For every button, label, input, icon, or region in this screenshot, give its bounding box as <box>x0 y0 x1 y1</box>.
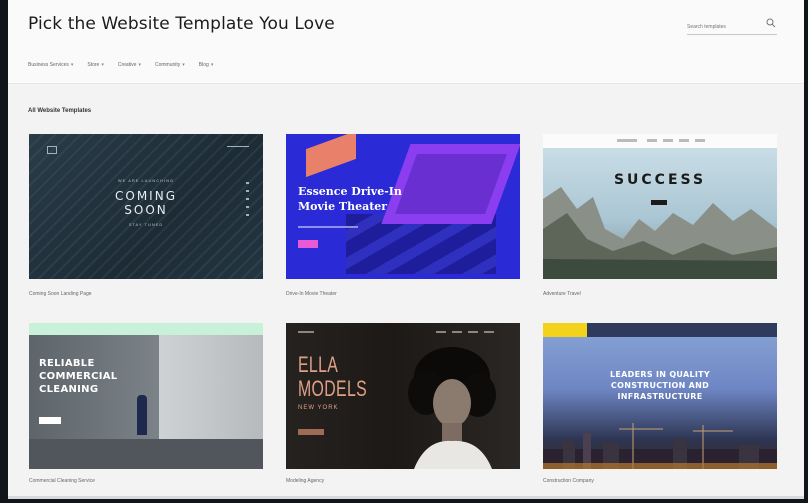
chevron-down-icon: ▾ <box>101 62 104 68</box>
headline-line: SOON <box>124 203 168 217</box>
thumbnail-headline: ELLA MODELS <box>298 353 367 401</box>
chevron-down-icon: ▾ <box>138 62 141 68</box>
template-caption[interactable]: Construction Company <box>543 478 777 484</box>
filter-label: Community <box>154 62 181 68</box>
thumbnail-button <box>298 429 324 435</box>
filter-label: Blog <box>198 62 209 68</box>
template-card[interactable]: LEADERS IN QUALITY CONSTRUCTION AND INFR… <box>543 323 777 484</box>
menu-icon <box>227 146 249 149</box>
accent-graphic <box>306 134 356 178</box>
headline-line: INFRASTRUCTURE <box>617 392 703 401</box>
chevron-down-icon: ▾ <box>210 62 214 68</box>
template-caption[interactable]: Adventure Travel <box>543 291 777 297</box>
template-card[interactable]: Essence Drive-In Movie Theater Drive-In … <box>286 134 520 297</box>
person-figure <box>137 395 147 435</box>
template-thumbnail[interactable]: WE ARE LAUNCHING COMING SOON STAY TUNED <box>29 134 263 279</box>
thumbnail-navbar <box>543 134 777 148</box>
thumbnail-headline: SUCCESS <box>613 172 707 188</box>
headline-line: ELLA <box>298 352 339 377</box>
logo-icon <box>47 146 57 154</box>
thumbnail-navbar <box>29 323 263 335</box>
headline-line: RELIABLE <box>39 358 95 369</box>
filter-business-services[interactable]: Business Services ▾ <box>28 62 73 68</box>
template-thumbnail[interactable]: ELLA MODELS NEW YORK <box>286 323 520 469</box>
headline-line: Essence Drive-In <box>298 185 402 198</box>
filter-community[interactable]: Community ▾ <box>155 62 185 68</box>
filter-label: Store <box>87 62 100 68</box>
headline-line: CLEANING <box>39 384 99 395</box>
filter-creative[interactable]: Creative ▾ <box>118 62 141 68</box>
search-icon[interactable] <box>765 17 777 29</box>
scroll-edge <box>8 496 804 499</box>
chevron-down-icon: ▾ <box>70 62 74 68</box>
headline-line: LEADERS IN QUALITY <box>610 370 710 379</box>
logo-icon <box>543 323 587 337</box>
thumbnail-pretitle: WE ARE LAUNCHING <box>117 178 175 183</box>
chevron-down-icon: ▾ <box>182 62 185 68</box>
headline-line: CONSTRUCTION AND <box>610 381 710 390</box>
template-thumbnail[interactable]: RELIABLE COMMERCIAL CLEANING <box>29 323 263 469</box>
page-header: Pick the Website Template You Love Busin… <box>8 0 804 84</box>
template-card[interactable]: SUCCESS Adventure Travel <box>543 134 777 297</box>
category-filters: Business Services ▾ Store ▾ Creative ▾ C… <box>28 62 213 68</box>
search-box[interactable] <box>687 15 777 36</box>
template-card[interactable]: ELLA MODELS NEW YORK Modeling Agency <box>286 323 520 484</box>
city-skyline-graphic <box>543 423 777 469</box>
section-title: All Website Templates <box>28 108 92 114</box>
thumbnail-button <box>298 240 318 248</box>
thumbnail-button <box>39 417 61 424</box>
thumbnail-subtitle: STAY TUNED <box>128 222 164 227</box>
template-caption[interactable]: Modeling Agency <box>286 478 520 484</box>
template-caption[interactable]: Commercial Cleaning Service <box>29 478 263 484</box>
model-portrait <box>408 347 496 469</box>
thumbnail-headline: RELIABLE COMMERCIAL CLEANING <box>39 357 117 396</box>
background-floor <box>29 439 263 469</box>
headline-line: MODELS <box>298 376 368 401</box>
template-thumbnail[interactable]: SUCCESS <box>543 134 777 279</box>
body-text-placeholder <box>298 226 358 228</box>
template-thumbnail[interactable]: Essence Drive-In Movie Theater <box>286 134 520 279</box>
page-title: Pick the Website Template You Love <box>28 14 335 34</box>
search-input[interactable] <box>687 18 761 36</box>
filter-label: Creative <box>117 62 137 68</box>
thumbnail-button <box>651 200 667 205</box>
thumbnail-headline: LEADERS IN QUALITY CONSTRUCTION AND INFR… <box>543 369 777 402</box>
template-gallery-page: Pick the Website Template You Love Busin… <box>8 0 804 498</box>
template-caption[interactable]: Drive-In Movie Theater <box>286 291 520 297</box>
headline-line: Movie Theater <box>298 200 388 213</box>
filter-store[interactable]: Store ▾ <box>87 62 103 68</box>
headline-line: COMING <box>115 189 177 203</box>
template-caption[interactable]: Coming Soon Landing Page <box>29 291 263 297</box>
template-thumbnail[interactable]: LEADERS IN QUALITY CONSTRUCTION AND INFR… <box>543 323 777 469</box>
thumbnail-subtitle: NEW YORK <box>298 405 339 411</box>
filter-blog[interactable]: Blog ▾ <box>199 62 214 68</box>
headline-line: COMMERCIAL <box>39 371 118 382</box>
thumbnail-headline: COMING SOON <box>29 189 263 217</box>
template-card[interactable]: WE ARE LAUNCHING COMING SOON STAY TUNED … <box>29 134 263 297</box>
template-card[interactable]: RELIABLE COMMERCIAL CLEANING Commercial … <box>29 323 263 484</box>
filter-label: Business Services <box>28 62 69 68</box>
screen-graphic <box>381 144 520 224</box>
thumbnail-headline: Essence Drive-In Movie Theater <box>298 184 402 214</box>
